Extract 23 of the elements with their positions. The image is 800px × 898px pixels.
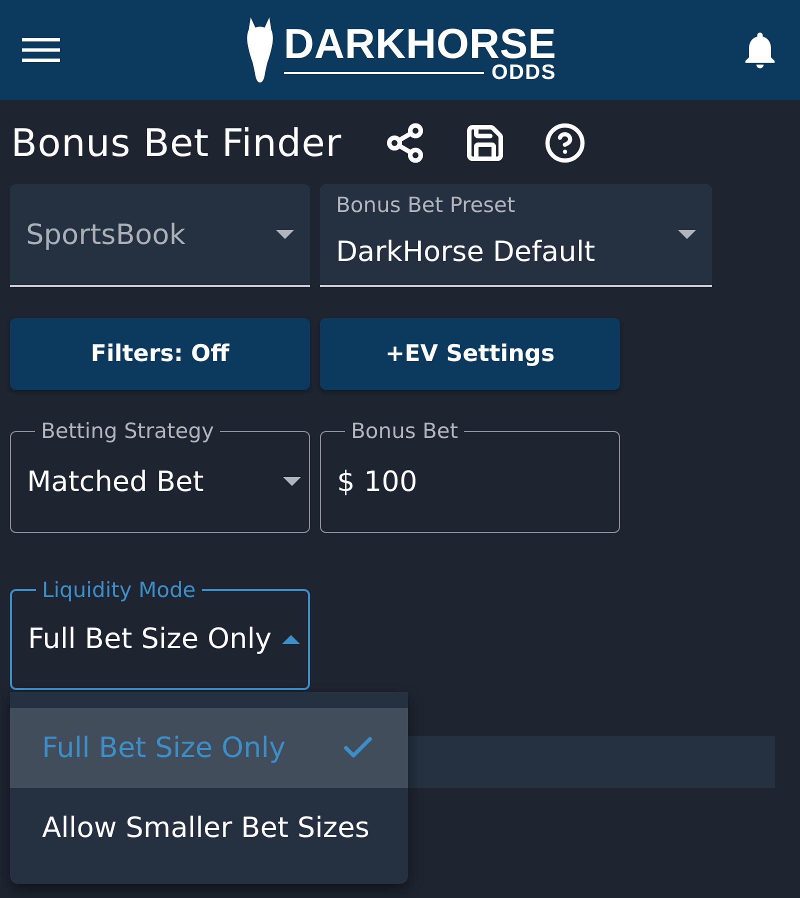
select-value: Matched Bet: [27, 464, 204, 499]
help-icon[interactable]: [544, 122, 586, 164]
select-value: DarkHorse Default: [336, 235, 596, 269]
caret-icon: [678, 230, 696, 239]
select-placeholder: SportsBook: [26, 218, 186, 252]
horse-head-icon: [246, 16, 274, 84]
select-field[interactable]: Bonus Bet Preset DarkHorse Default: [320, 184, 712, 287]
field-label: Bonus Bet: [350, 418, 460, 444]
logo-wordmark: DARKHORSE: [284, 23, 556, 65]
action-button[interactable]: Filters: Off: [10, 318, 310, 390]
menu-option[interactable]: Allow Smaller Bet Sizes: [10, 788, 408, 868]
field-label: Bonus Bet Preset: [336, 192, 516, 218]
field-label: Betting Strategy: [40, 418, 215, 444]
action-button[interactable]: +EV Settings: [320, 318, 620, 390]
currency-symbol: $: [337, 464, 355, 499]
select-field[interactable]: SportsBook: [10, 184, 310, 287]
select-value: Full Bet Size Only: [28, 622, 272, 656]
input-value: 100: [364, 464, 418, 499]
menu-icon[interactable]: [22, 38, 60, 62]
page-title: Bonus Bet Finder: [10, 120, 342, 167]
field-label: Liquidity Mode: [41, 576, 197, 602]
caret-icon: [276, 230, 294, 239]
logo-tagline: ODDS: [492, 63, 556, 83]
